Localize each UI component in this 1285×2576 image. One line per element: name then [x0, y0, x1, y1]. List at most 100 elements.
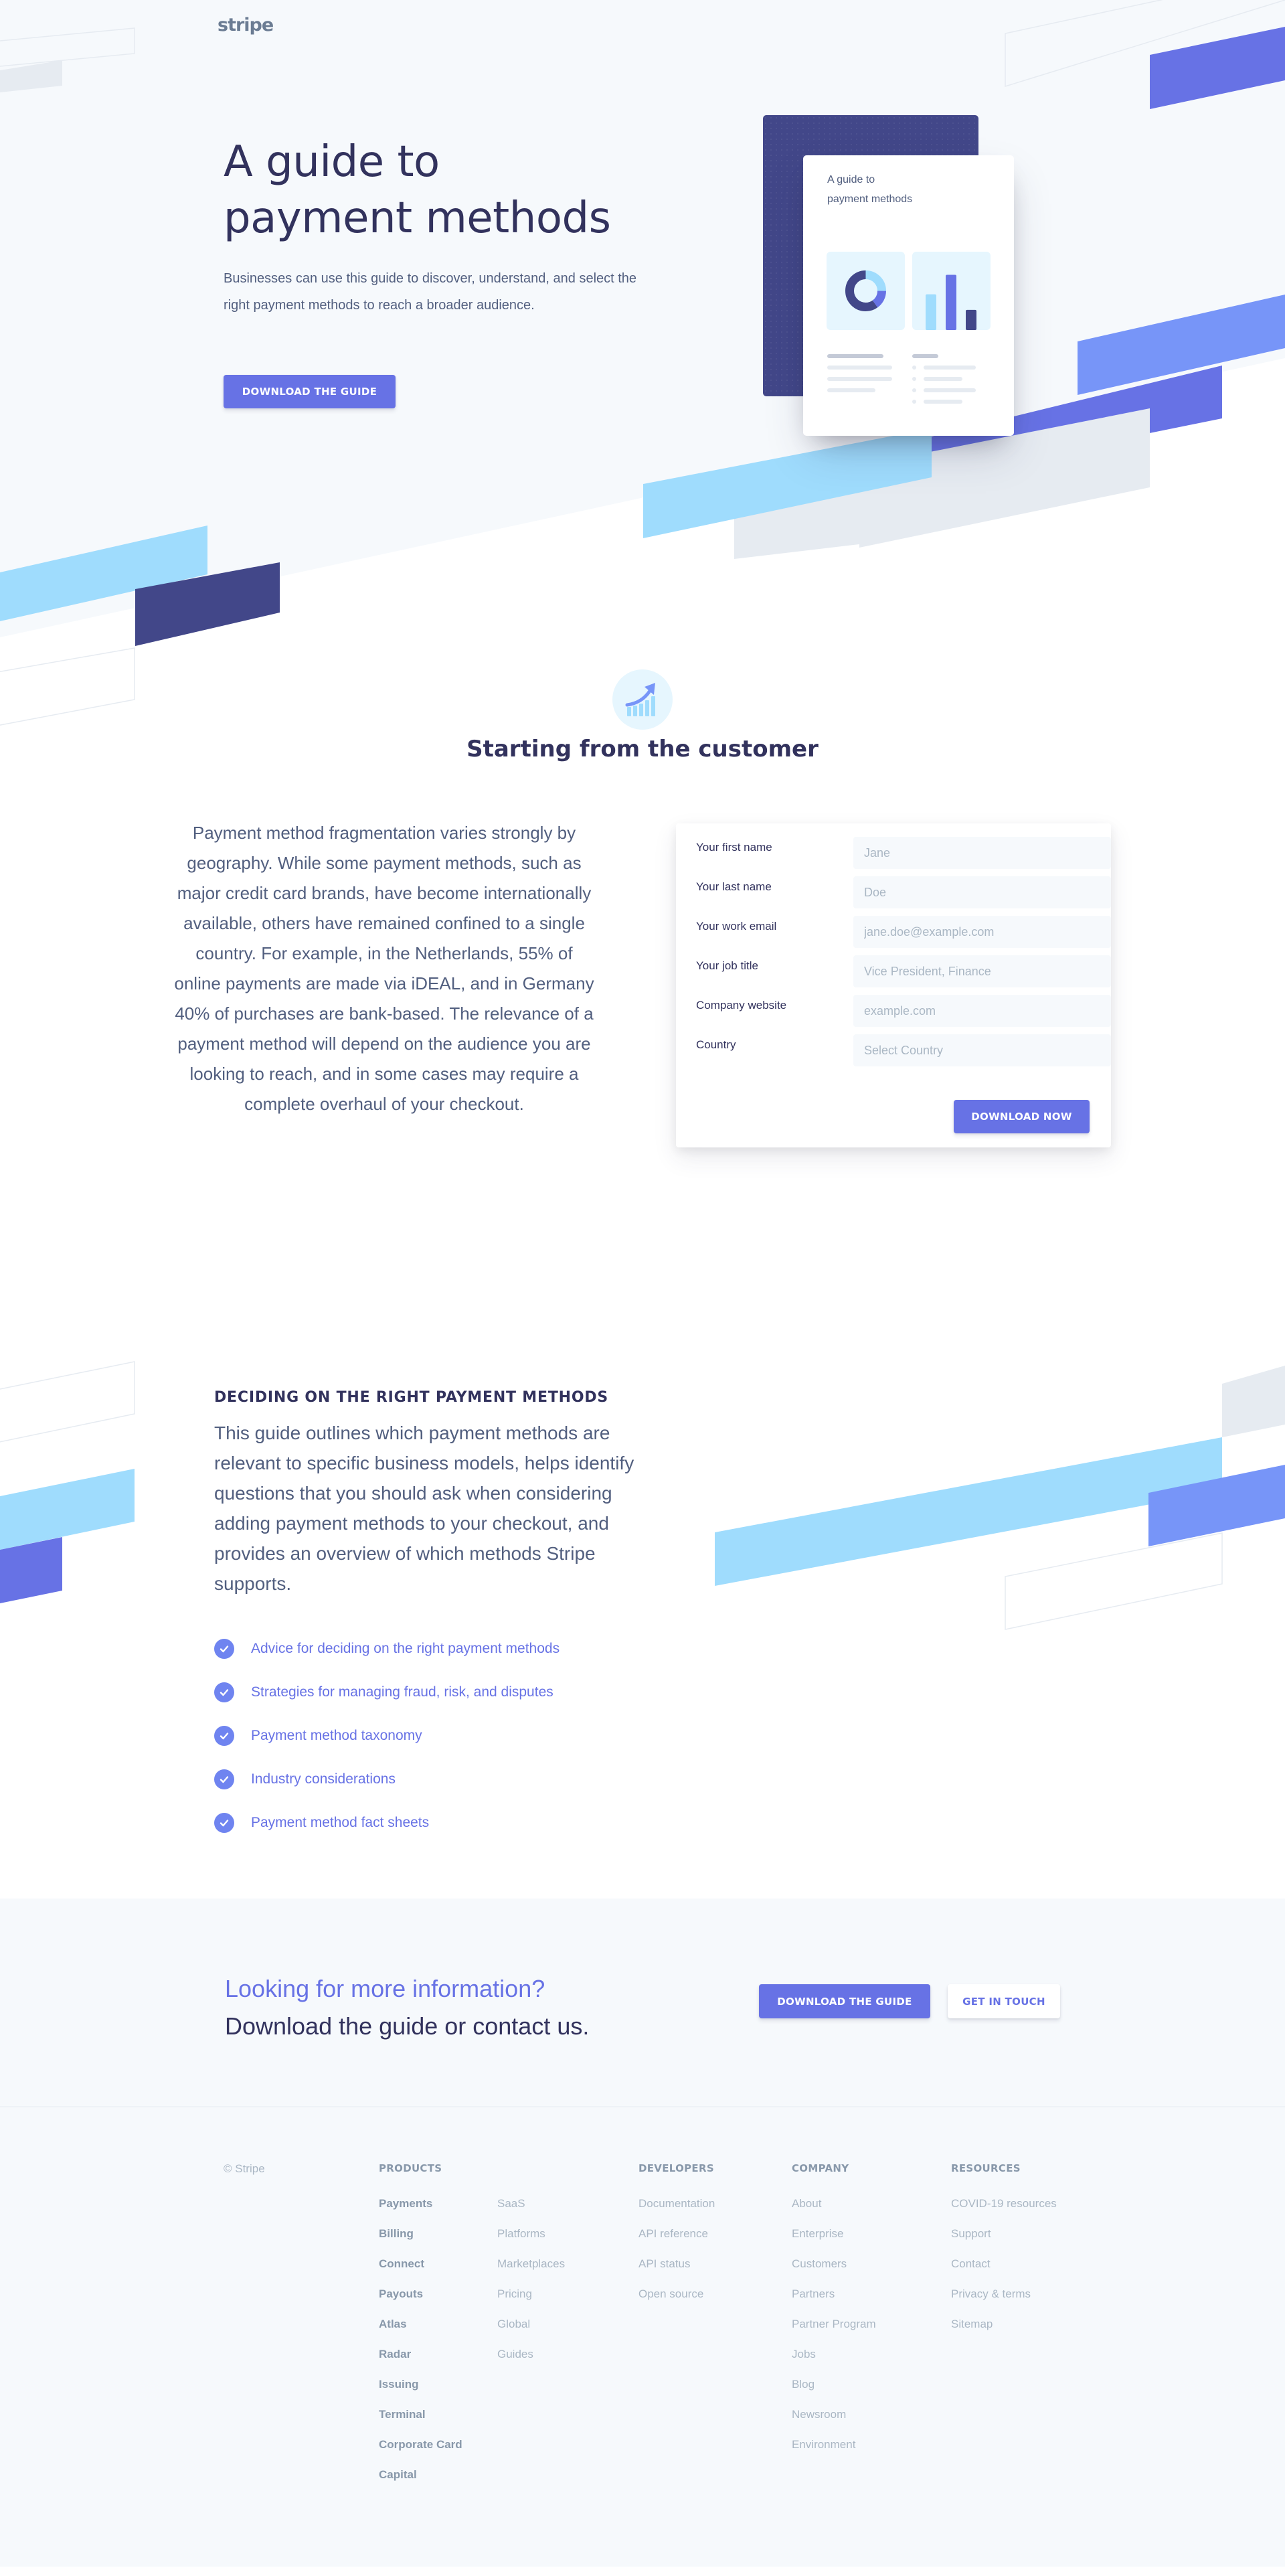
booklet-bullet: [912, 400, 916, 404]
footer-link[interactable]: Marketplaces: [497, 2257, 565, 2271]
checklist-item-label: Strategies for managing fraud, risk, and…: [251, 1684, 553, 1700]
footer: © Stripe Products Payments Billing Conne…: [0, 2106, 1285, 2567]
footer-link[interactable]: Partner Program: [792, 2318, 876, 2331]
first-name-label: Your first name: [696, 841, 772, 854]
footer-heading-resources: Resources: [951, 2162, 1021, 2174]
footer-link[interactable]: Radar: [379, 2348, 497, 2361]
checklist-item-label: Payment method taxonomy: [251, 1727, 422, 1743]
footer-link[interactable]: Blog: [792, 2378, 876, 2391]
booklet-text-line: [924, 400, 962, 404]
footer-col-resources: Resources COVID-19 resources Support Con…: [951, 2162, 1057, 2348]
checklist-item-label: Payment method fact sheets: [251, 1814, 430, 1830]
check-circle-icon: [214, 1812, 234, 1833]
footer-link[interactable]: Payments: [379, 2197, 497, 2210]
footer-link[interactable]: API reference: [638, 2227, 715, 2241]
job-title-input[interactable]: [853, 955, 1111, 987]
company-website-label: Company website: [696, 999, 787, 1012]
booklet-bar: [926, 294, 936, 330]
booklet-text-line: [827, 388, 875, 392]
guide-checklist: Advice for deciding on the right payment…: [214, 1627, 656, 1844]
download-now-button[interactable]: Download now: [954, 1100, 1090, 1133]
last-name-label: Your last name: [696, 880, 772, 893]
footer-company-links: About Enterprise Customers Partners Part…: [792, 2197, 876, 2451]
footer-link[interactable]: Atlas: [379, 2318, 497, 2331]
copyright: © Stripe: [224, 2162, 265, 2175]
footer-link[interactable]: Connect: [379, 2257, 497, 2271]
footer-link[interactable]: Corporate Card: [379, 2438, 497, 2451]
footer-link[interactable]: Open source: [638, 2287, 715, 2301]
footer-products-primary: Payments Billing Connect Payouts Atlas R…: [379, 2197, 497, 2498]
page-bottom: [0, 2567, 1285, 2576]
footer-link[interactable]: Privacy & terms: [951, 2287, 1057, 2301]
footer-link[interactable]: Newsroom: [792, 2408, 876, 2421]
stripe-outline-right: [1005, 1532, 1223, 1630]
footer-link[interactable]: Partners: [792, 2287, 876, 2301]
footer-heading-company: Company: [792, 2162, 849, 2174]
country-label: Country: [696, 1038, 736, 1051]
footer-col-developers: Developers Documentation API reference A…: [638, 2162, 715, 2318]
footer-link[interactable]: Guides: [497, 2348, 565, 2361]
deciding-section-body: This guide outlines which payment method…: [214, 1423, 634, 1594]
footer-link[interactable]: Payouts: [379, 2287, 497, 2301]
footer-heading-developers: Developers: [638, 2162, 714, 2174]
booklet-bar-card: [912, 252, 991, 330]
stripe-outline-left: [0, 1361, 135, 1443]
booklet-text-line: [827, 354, 883, 358]
footer-link[interactable]: Pricing: [497, 2287, 565, 2301]
footer-link[interactable]: SaaS: [497, 2197, 565, 2210]
booklet-text-line: [827, 366, 892, 370]
footer-link[interactable]: Documentation: [638, 2197, 715, 2210]
download-guide-button[interactable]: Download the guide: [224, 375, 396, 408]
hero-description: Businesses can use this guide to discove…: [224, 271, 637, 313]
footer-link[interactable]: Billing: [379, 2227, 497, 2241]
hero-background: [0, 0, 1285, 726]
footer-link[interactable]: Global: [497, 2318, 565, 2331]
footer-link[interactable]: Environment: [792, 2438, 876, 2451]
footer-link[interactable]: Customers: [792, 2257, 876, 2271]
booklet-bullet: [912, 377, 916, 381]
footer-col-company: Company About Enterprise Customers Partn…: [792, 2162, 876, 2468]
footer-link[interactable]: Sitemap: [951, 2318, 1057, 2331]
hero-title: A guide to payment methods: [224, 137, 611, 243]
footer-link[interactable]: Contact: [951, 2257, 1057, 2271]
work-email-input[interactable]: [853, 916, 1111, 948]
footer-link[interactable]: Terminal: [379, 2408, 497, 2421]
footer-link[interactable]: COVID-19 resources: [951, 2197, 1057, 2210]
footer-link[interactable]: About: [792, 2197, 876, 2210]
footer-link[interactable]: Enterprise: [792, 2227, 876, 2241]
stripe-gray-right: [1222, 1366, 1285, 1437]
donut-chart-icon: [845, 270, 886, 311]
booklet-donut-card: [827, 252, 905, 330]
booklet-bar: [966, 309, 976, 330]
booklet-text-line: [912, 354, 938, 358]
checklist-item: Payment method fact sheets: [214, 1801, 656, 1844]
footer-link[interactable]: API status: [638, 2257, 715, 2271]
stripe-logo[interactable]: stripe: [218, 15, 274, 35]
form-row-website: Company website: [696, 995, 1111, 1027]
last-name-input[interactable]: [853, 876, 1111, 908]
booklet-text-line: [924, 388, 976, 392]
cta-download-guide-button[interactable]: Download the guide: [759, 1984, 930, 2018]
company-website-input[interactable]: [853, 995, 1111, 1027]
footer-link[interactable]: Issuing: [379, 2378, 497, 2391]
checklist-item: Industry considerations: [214, 1757, 656, 1801]
get-in-touch-button[interactable]: Get in touch: [948, 1984, 1060, 2018]
footer-developers-links: Documentation API reference API status O…: [638, 2197, 715, 2301]
booklet-title-line1: A guide to: [827, 174, 875, 185]
deciding-section-title: Deciding on the right payment methods: [214, 1389, 609, 1406]
cta-section: Looking for more information? Download t…: [0, 1899, 1285, 2106]
footer-link[interactable]: Jobs: [792, 2348, 876, 2361]
first-name-input[interactable]: [853, 837, 1111, 869]
stripe-lightblue-left: [0, 1469, 135, 1550]
footer-link[interactable]: Capital: [379, 2468, 497, 2482]
check-circle-icon: [214, 1769, 234, 1789]
booklet-text-line: [924, 377, 962, 381]
customer-section-body: Payment method fragmentation varies stro…: [174, 823, 594, 1114]
check-circle-icon: [214, 1682, 234, 1702]
booklet-title-line2: payment methods: [827, 193, 913, 205]
footer-link[interactable]: Platforms: [497, 2227, 565, 2241]
footer-link[interactable]: Support: [951, 2227, 1057, 2241]
country-select[interactable]: Select Country: [853, 1034, 1111, 1066]
check-circle-icon: [214, 1725, 234, 1746]
form-row-email: Your work email: [696, 916, 1111, 948]
